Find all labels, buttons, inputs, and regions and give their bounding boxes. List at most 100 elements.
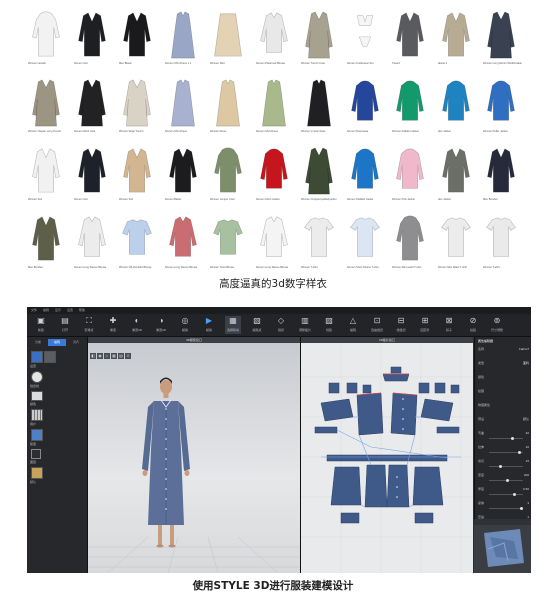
slider-handle[interactable] <box>506 479 509 482</box>
catalog-item[interactable]: Women Downwear <box>343 74 387 142</box>
property-value[interactable]: 15 <box>526 459 529 463</box>
catalog-item[interactable]: Women Off-shoulder Blouse <box>115 210 159 278</box>
property-value[interactable]: Fabric7 <box>519 347 529 351</box>
catalog-item[interactable]: Women Classic Long Trench <box>24 74 68 142</box>
pattern-2d-window[interactable]: 2D板片窗口 <box>301 337 473 573</box>
zipper-swatch[interactable] <box>31 409 43 421</box>
catalog-item[interactable]: Women T-shirt <box>479 210 523 278</box>
toolbar-button[interactable]: ▶ 模拟 <box>201 316 217 334</box>
menu-item[interactable]: 设置 <box>67 307 73 314</box>
catalog-item[interactable]: Women Trench Coat <box>297 6 341 74</box>
catalog-item[interactable]: Women Long Sleeve Blouse <box>161 210 205 278</box>
toolbar-button[interactable]: ▦ 选择移动 <box>225 316 241 334</box>
slider-handle[interactable] <box>520 507 523 510</box>
catalog-item[interactable]: Women Short Sleeve T-shirt <box>343 210 387 278</box>
property-value[interactable]: 3 <box>527 501 529 505</box>
catalog-item[interactable]: Women Pink Jacket <box>388 142 432 210</box>
catalog-item[interactable]: Women Suit <box>115 142 159 210</box>
catalog-item[interactable]: Women Wrap Trench <box>115 74 159 142</box>
catalog-item[interactable]: Women Long Sleeve Blouse <box>252 210 296 278</box>
catalog-item[interactable]: Women Slim-waist T-shirt <box>388 210 432 278</box>
avatar-thumb-icon[interactable] <box>31 467 43 479</box>
catalog-item[interactable]: Women Underwear Set <box>343 6 387 74</box>
slider-handle[interactable] <box>513 493 516 496</box>
catalog-item[interactable]: Men Bomber <box>479 142 523 210</box>
catalog-item[interactable]: Women Suit <box>70 142 114 210</box>
menu-item[interactable]: 编辑 <box>43 307 49 314</box>
avatar-with-dress[interactable] <box>88 337 300 573</box>
catalog-item[interactable]: Women Wool Coat <box>70 74 114 142</box>
catalog-item[interactable]: Women Slim Waist T-shirt <box>434 210 478 278</box>
catalog-item[interactable]: Men Bomber <box>24 210 68 278</box>
catalog-item[interactable]: Men Jacket <box>434 142 478 210</box>
catalog-item[interactable]: Women Long Sleeve Blouse <box>70 210 114 278</box>
property-slider[interactable] <box>489 465 523 468</box>
catalog-item[interactable]: Men Blazer <box>115 6 159 74</box>
catalog-item[interactable]: Tweed <box>388 6 432 74</box>
catalog-item[interactable]: Women Patterned Blouse <box>252 6 296 74</box>
fabric-swatch[interactable] <box>31 429 43 441</box>
topstitch-swatch[interactable] <box>31 391 43 401</box>
toolbar-button[interactable]: ◇ 缝纫 <box>273 316 289 334</box>
slider-handle[interactable] <box>518 451 521 454</box>
toolbar-button[interactable]: ⊘ 拉链 <box>465 316 481 334</box>
catalog-item[interactable]: Women Skirt <box>206 6 250 74</box>
property-slider[interactable] <box>489 493 523 496</box>
toolbar-button[interactable]: ◐ 重置3D <box>129 316 145 334</box>
catalog-item[interactable]: Women V-neck dress <box>297 74 341 142</box>
property-value[interactable]: 0.50 <box>523 487 529 491</box>
slider-handle[interactable] <box>499 465 502 468</box>
toolbar-button[interactable]: ▧ 编辑点 <box>249 316 265 334</box>
catalog-item[interactable]: Women Cropped quilted jacket <box>297 142 341 210</box>
toolbar-button[interactable]: ◑ 重置2D <box>153 316 169 334</box>
catalog-item[interactable]: Women Long Denim Windbreaker <box>479 6 523 74</box>
catalog-item[interactable]: Women T-shirt <box>297 210 341 278</box>
figure-icon[interactable] <box>31 449 41 459</box>
toolbar-button[interactable]: ⛶ 安排点 <box>81 316 97 334</box>
catalog-item[interactable]: Jacket 2 <box>434 6 478 74</box>
fabric-swatch[interactable] <box>44 351 56 363</box>
toolbar-button[interactable]: ⊠ 扣子 <box>441 316 457 334</box>
viewport-3d[interactable]: 3D服装窗口 ◧ ◉ ☼ ▦ ▤ ♙ <box>88 337 301 573</box>
catalog-item[interactable]: Women Suit <box>24 142 68 210</box>
tab-align[interactable]: 对齐 <box>67 339 85 346</box>
toolbar-button[interactable]: ◎ 模拟 <box>177 316 193 334</box>
property-slider[interactable] <box>489 507 523 510</box>
catalog-item[interactable]: Women Shirt Dress 1.1 <box>161 6 205 74</box>
catalog-item[interactable]: Women Twist Blouse <box>206 210 250 278</box>
toolbar-button[interactable]: ▥ 调整板片 <box>297 316 313 334</box>
catalog-item[interactable]: Women Blazer <box>161 142 205 210</box>
toolbar-button[interactable]: ⊡ 自由缝纫 <box>369 316 385 334</box>
property-value[interactable]: 默认 <box>523 417 529 421</box>
fabric-swatch[interactable] <box>31 351 43 363</box>
catalog-item[interactable]: Women Padded Jacket <box>343 142 387 210</box>
property-slider[interactable] <box>489 437 523 440</box>
menu-item[interactable]: 文件 <box>31 307 37 314</box>
toolbar-button[interactable]: ✚ 重置 <box>105 316 121 334</box>
catalog-item[interactable]: Women Jumper Coat <box>206 142 250 210</box>
property-value[interactable]: 面料 <box>523 361 529 365</box>
toolbar-button[interactable]: ⊚ 尺寸调整 <box>489 316 505 334</box>
catalog-item[interactable]: Women Padded Jacket <box>388 74 432 142</box>
catalog-item[interactable]: Women Short Jacket <box>252 142 296 210</box>
tab-edit[interactable]: 编辑 <box>48 339 66 346</box>
catalog-item[interactable]: Women Shirt Dress <box>252 74 296 142</box>
catalog-item[interactable]: Women Dress <box>206 74 250 142</box>
toolbar-button[interactable]: ⊞ 固定针 <box>417 316 433 334</box>
toolbar-button[interactable]: ⊟ 线缝纫 <box>393 316 409 334</box>
property-value[interactable]: 40 <box>526 431 529 435</box>
property-value[interactable]: 10 <box>526 445 529 449</box>
property-slider[interactable] <box>489 479 523 482</box>
toolbar-button[interactable]: ▨ 创建 <box>321 316 337 334</box>
menu-item[interactable]: 显示 <box>55 307 61 314</box>
property-value[interactable]: 200 <box>524 473 529 477</box>
catalog-item[interactable]: Men Jacket <box>434 74 478 142</box>
catalog-item[interactable]: Women Suit <box>70 6 114 74</box>
catalog-item[interactable]: Women Puffer Jacket <box>479 74 523 142</box>
button-icon[interactable] <box>31 371 43 383</box>
toolbar-button[interactable]: ▣ 新建 <box>33 316 49 334</box>
toolbar-button[interactable]: △ 编辑 <box>345 316 361 334</box>
property-slider[interactable] <box>489 451 523 454</box>
pattern-pieces[interactable] <box>301 337 473 573</box>
tab-category[interactable]: 分类 <box>29 339 47 346</box>
